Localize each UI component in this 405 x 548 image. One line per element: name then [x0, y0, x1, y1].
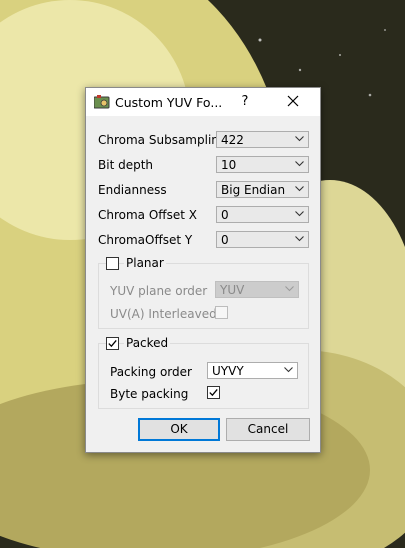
chroma-offset-x-select[interactable]: 0	[216, 206, 309, 223]
chroma-offset-y-select[interactable]: 0	[216, 231, 309, 248]
endianness-label: Endianness	[98, 183, 167, 197]
uv-interleaved-label: UV(A) Interleaved	[110, 307, 217, 321]
endianness-select[interactable]: Big Endian	[216, 181, 309, 198]
chroma-offset-x-value: 0	[221, 208, 229, 222]
help-button[interactable]: ?	[236, 91, 254, 113]
uv-interleaved-checkbox[interactable]	[215, 306, 228, 319]
planar-label: Planar	[124, 256, 166, 270]
ok-button[interactable]: OK	[138, 418, 220, 441]
title-bar: Custom YUV Fo... ?	[86, 88, 320, 116]
chroma-subsampling-label: Chroma Subsampling	[98, 133, 227, 147]
close-button[interactable]	[282, 90, 304, 112]
cancel-button[interactable]: Cancel	[226, 418, 310, 441]
chevron-down-icon	[295, 236, 304, 242]
bit-depth-label: Bit depth	[98, 158, 154, 172]
app-icon	[94, 95, 110, 109]
chroma-subsampling-value: 422	[221, 133, 244, 147]
chevron-down-icon	[295, 211, 304, 217]
chevron-down-icon	[295, 186, 304, 192]
packed-checkbox[interactable]	[106, 337, 119, 350]
chevron-down-icon	[285, 286, 294, 292]
byte-packing-label: Byte packing	[110, 387, 189, 401]
chevron-down-icon	[295, 161, 304, 167]
chroma-subsampling-select[interactable]: 422	[216, 131, 309, 148]
bit-depth-value: 10	[221, 158, 237, 172]
packing-order-label: Packing order	[110, 365, 192, 379]
yuv-plane-order-label: YUV plane order	[110, 284, 208, 298]
packing-order-value: UYVY	[212, 364, 244, 378]
dialog-title: Custom YUV Fo...	[115, 95, 223, 110]
chroma-offset-y-label: ChromaOffset Y	[98, 233, 193, 247]
planar-checkbox[interactable]	[106, 257, 119, 270]
yuv-plane-order-select[interactable]: YUV	[215, 281, 299, 298]
chroma-offset-x-label: Chroma Offset X	[98, 208, 197, 222]
bit-depth-select[interactable]: 10	[216, 156, 309, 173]
endianness-value: Big Endian	[221, 183, 286, 197]
custom-yuv-format-dialog: Custom YUV Fo... ? Chroma Subsampling 42…	[85, 87, 321, 453]
packed-label: Packed	[124, 336, 171, 350]
chevron-down-icon	[284, 367, 293, 373]
yuv-plane-order-value: YUV	[220, 283, 245, 297]
checkmark-icon	[108, 339, 117, 348]
checkmark-icon	[209, 388, 218, 397]
chroma-offset-y-value: 0	[221, 233, 229, 247]
close-icon	[287, 95, 299, 107]
byte-packing-checkbox[interactable]	[207, 386, 220, 399]
packing-order-select[interactable]: UYVY	[207, 362, 298, 379]
chevron-down-icon	[295, 136, 304, 142]
